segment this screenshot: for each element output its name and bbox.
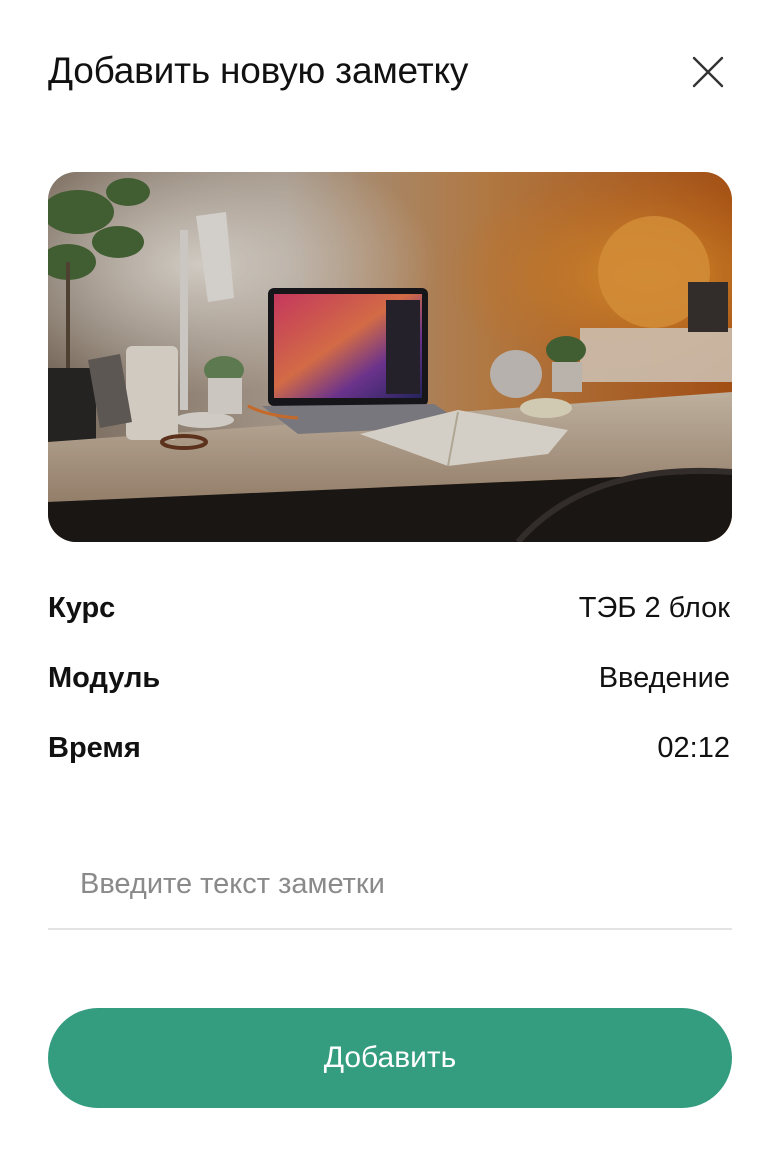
close-icon xyxy=(692,56,724,88)
info-row-course: Курс ТЭБ 2 блок xyxy=(48,584,732,654)
dialog-title: Добавить новую заметку xyxy=(48,50,469,91)
note-info: Курс ТЭБ 2 блок Модуль Введение Время 02… xyxy=(48,584,732,794)
note-input[interactable] xyxy=(80,860,700,908)
course-image xyxy=(48,172,732,542)
info-row-time: Время 02:12 xyxy=(48,724,732,794)
time-label: Время xyxy=(48,732,141,764)
course-label: Курс xyxy=(48,592,116,624)
module-label: Модуль xyxy=(48,662,161,694)
module-value: Введение xyxy=(598,662,730,694)
note-field xyxy=(48,850,732,930)
add-button[interactable]: Добавить xyxy=(48,1008,732,1108)
course-value: ТЭБ 2 блок xyxy=(578,592,730,624)
dialog-header: Добавить новую заметку xyxy=(48,44,732,104)
time-value: 02:12 xyxy=(657,732,730,764)
close-button[interactable] xyxy=(690,54,726,90)
info-row-module: Модуль Введение xyxy=(48,654,732,724)
